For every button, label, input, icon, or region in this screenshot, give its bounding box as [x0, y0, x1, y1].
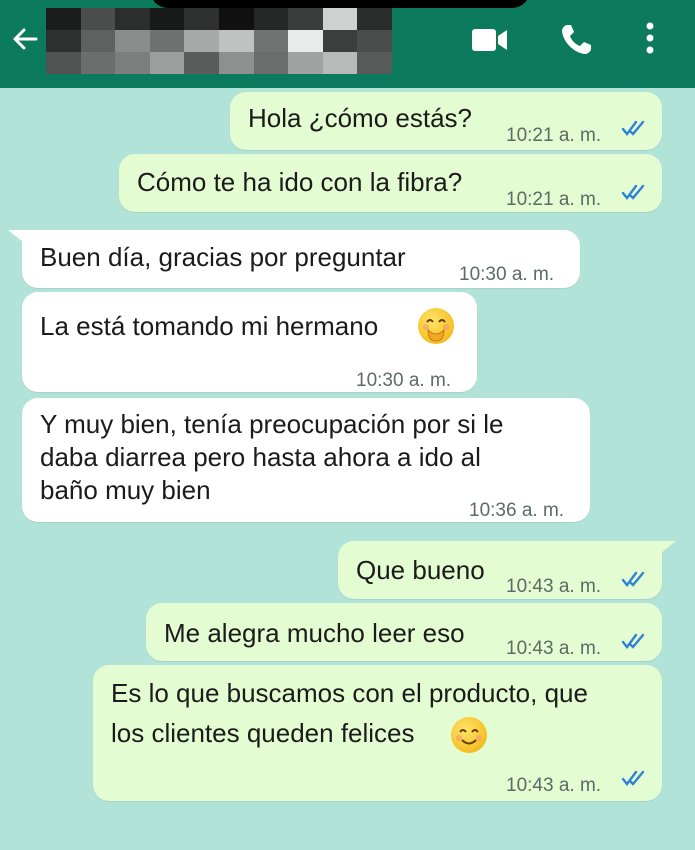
message-bubble-outgoing[interactable]: Hola ¿cómo estás? 10:21 a. m.: [230, 92, 662, 150]
smiling-face-with-smiling-eyes-emoji: [451, 717, 487, 753]
arrow-left-icon[interactable]: [8, 22, 42, 56]
message-bubble-outgoing[interactable]: Me alegra mucho leer eso 10:43 a. m.: [146, 603, 662, 661]
message-text: Que bueno: [356, 555, 485, 585]
read-double-tick-icon: [621, 770, 645, 786]
message-text: Hola ¿cómo estás?: [248, 103, 472, 133]
message-time: 10:21 a. m.: [506, 189, 602, 210]
video-call-icon[interactable]: [470, 24, 510, 56]
read-double-tick-icon: [621, 571, 645, 587]
message-bubble-incoming[interactable]: Buen día, gracias por preguntar 10:30 a.…: [22, 230, 580, 288]
message-time: 10:36 a. m.: [469, 500, 565, 521]
message-time: 10:43 a. m.: [506, 638, 602, 659]
message-time: 10:43 a. m.: [506, 576, 602, 597]
message-text: La está tomando mi hermano: [40, 311, 379, 341]
message-text-line: Es lo que buscamos con el producto, que: [111, 678, 588, 708]
message-time: 10:21 a. m.: [506, 125, 602, 146]
read-double-tick-icon: [621, 120, 645, 136]
message-text-line: los clientes queden felices: [111, 718, 415, 748]
message-bubble-outgoing[interactable]: Cómo te ha ido con la fibra? 10:21 a. m.: [119, 154, 662, 212]
face-with-hand-over-mouth-emoji: [418, 308, 454, 344]
message-bubble-outgoing[interactable]: Que bueno 10:43 a. m.: [338, 541, 662, 599]
message-bubble-incoming[interactable]: La está tomando mi hermano 10:30 a. m.: [22, 292, 477, 392]
voice-call-icon[interactable]: [558, 22, 594, 58]
more-vertical-icon[interactable]: [638, 18, 662, 58]
camera-notch: [150, 0, 530, 8]
message-time: 10:30 a. m.: [356, 370, 452, 391]
message-text-line: baño muy bien: [40, 475, 211, 505]
read-double-tick-icon: [621, 184, 645, 200]
chat-header: [0, 0, 695, 88]
message-text: Me alegra mucho leer eso: [164, 618, 465, 648]
message-text-line: daba diarrea pero hasta ahora a ido al: [40, 442, 481, 472]
message-bubble-incoming[interactable]: Y muy bien, tenía preocupación por si le…: [22, 398, 590, 522]
message-text: Buen día, gracias por preguntar: [40, 242, 406, 272]
contact-name-pixelated[interactable]: [46, 8, 392, 74]
message-time: 10:43 a. m.: [506, 775, 602, 796]
read-double-tick-icon: [621, 633, 645, 649]
message-time: 10:30 a. m.: [459, 264, 555, 285]
message-bubble-outgoing[interactable]: Es lo que buscamos con el producto, que …: [93, 665, 662, 801]
message-text: Cómo te ha ido con la fibra?: [137, 167, 463, 197]
message-text-line: Y muy bien, tenía preocupación por si le: [40, 409, 504, 439]
